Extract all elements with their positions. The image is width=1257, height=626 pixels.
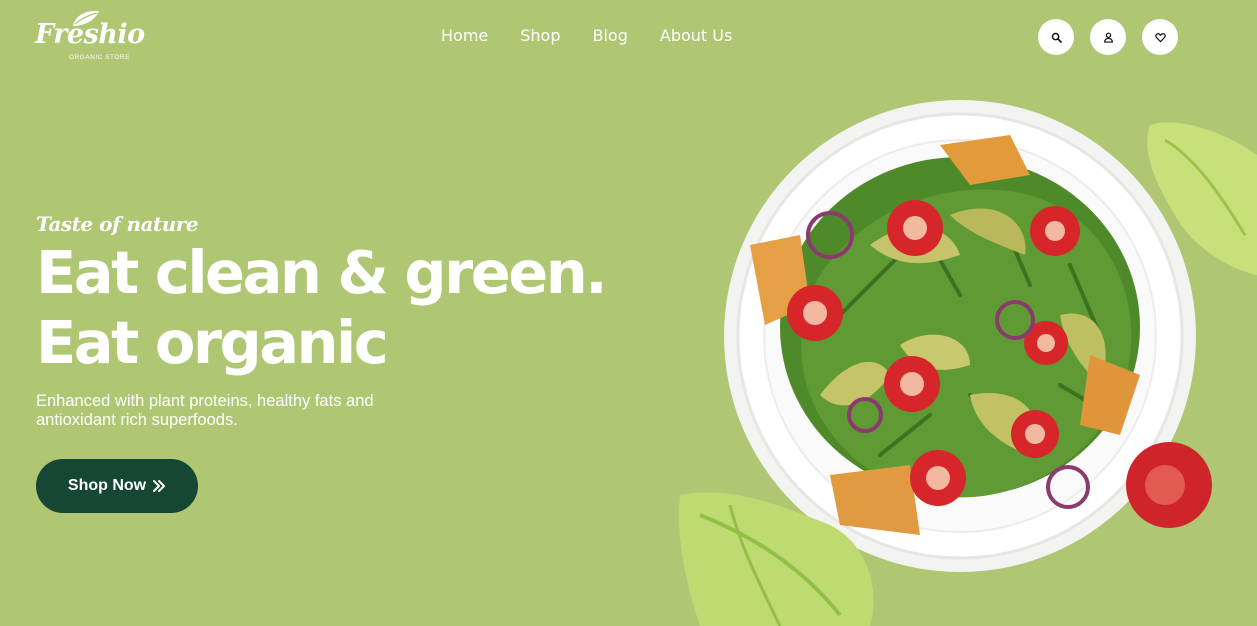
- wishlist-button[interactable]: [1142, 19, 1178, 55]
- hero-content: Taste of nature Eat clean & green. Eat o…: [36, 210, 608, 430]
- site-header: Freshio ORGANIC STORE Home Shop Blog Abo…: [0, 0, 1257, 72]
- nav-shop[interactable]: Shop: [520, 26, 560, 46]
- heart-icon: [1154, 32, 1166, 42]
- header-actions: [1038, 19, 1178, 55]
- headline-line-1: Eat clean & green.: [36, 238, 608, 307]
- hero-description: Enhanced with plant proteins, healthy fa…: [36, 392, 374, 429]
- account-button[interactable]: [1090, 19, 1126, 55]
- brand-subtitle: ORGANIC STORE: [69, 54, 130, 61]
- shop-now-label: Shop Now: [67, 477, 147, 494]
- hero-tagline: Taste of nature: [36, 212, 199, 236]
- shop-now-button[interactable]: Shop Now: [36, 459, 198, 513]
- double-chevron-right-icon: [153, 480, 166, 492]
- salad-bowl-image: [679, 100, 1257, 626]
- brand-logo[interactable]: Freshio ORGANIC STORE: [35, 8, 145, 64]
- hero-headline: Eat clean & green. Eat organic: [36, 238, 608, 378]
- nav-blog[interactable]: Blog: [593, 26, 628, 46]
- brand-name: Freshio: [35, 19, 145, 50]
- user-icon: [1103, 32, 1113, 43]
- nav-home[interactable]: Home: [441, 26, 488, 46]
- nav-about-us[interactable]: About Us: [660, 26, 732, 46]
- headline-line-2: Eat organic: [36, 308, 389, 377]
- main-nav: Home Shop Blog About Us: [441, 26, 732, 46]
- search-icon: [1051, 32, 1062, 43]
- search-button[interactable]: [1038, 19, 1074, 55]
